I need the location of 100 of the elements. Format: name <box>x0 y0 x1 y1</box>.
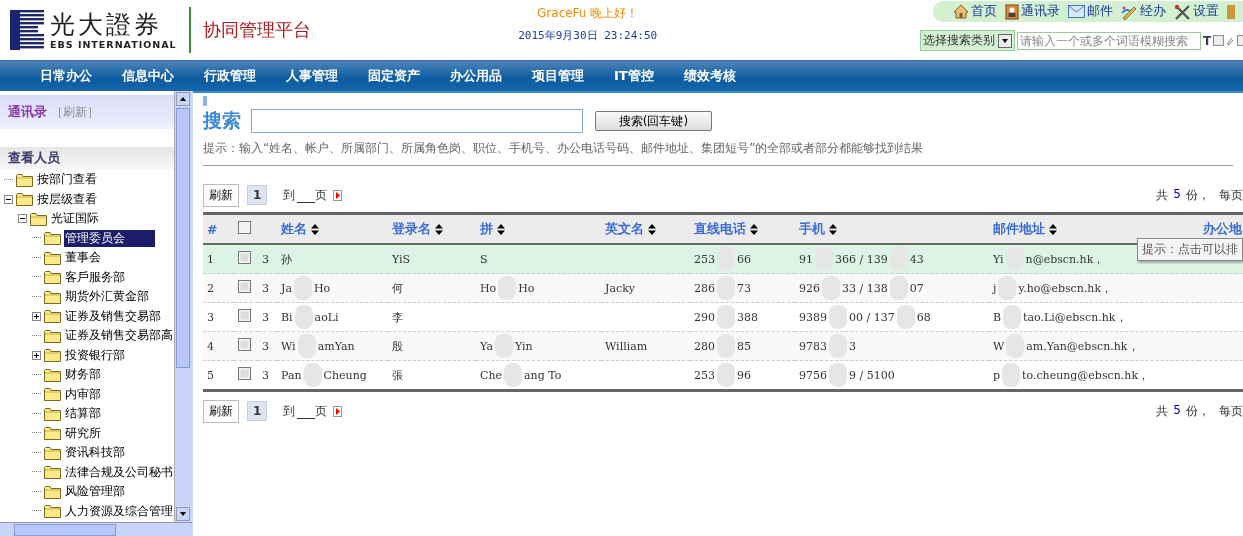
tree-item[interactable]: 光证国际 <box>50 210 100 228</box>
scroll-down-icon[interactable] <box>176 507 191 521</box>
search-category-select[interactable]: 选择搜索类别 <box>920 30 1015 51</box>
expand-icon[interactable] <box>32 311 41 321</box>
collapse-icon[interactable] <box>18 214 27 224</box>
scroll-up-icon[interactable] <box>176 92 191 106</box>
toolbar-link[interactable]: 设置 <box>1174 3 1219 20</box>
nav-item[interactable]: 行政管理 <box>204 67 256 85</box>
page-number[interactable]: 1 <box>247 185 268 205</box>
table-cell: 9783 <box>799 339 827 353</box>
folder-icon <box>44 231 61 246</box>
table-cell: S <box>480 252 488 266</box>
tree-item[interactable]: 法律合规及公司秘书 <box>64 463 174 481</box>
sort-icon[interactable] <box>311 223 319 235</box>
redaction-blur <box>1003 305 1022 329</box>
table-cell: p <box>993 368 1001 382</box>
section-title: 查看人员 <box>8 149 60 167</box>
scrollbar[interactable] <box>174 91 192 522</box>
checkbox[interactable] <box>238 338 251 351</box>
tooltip: 提示：点击可以排 <box>1137 238 1243 261</box>
table-cell: 43 <box>909 252 924 266</box>
expand-icon[interactable] <box>32 350 41 360</box>
toolbar-link[interactable]: 邮件 <box>1068 3 1113 20</box>
checkbox-icon[interactable] <box>1237 35 1243 46</box>
checkbox[interactable] <box>238 309 251 322</box>
nav-item[interactable]: 固定资产 <box>368 67 420 85</box>
toolbar-link[interactable]: 经办 <box>1121 3 1166 20</box>
search-field[interactable] <box>251 109 583 133</box>
text-tool-button[interactable]: T <box>1203 33 1212 48</box>
table-cell: 3 <box>207 310 214 324</box>
sort-icon[interactable] <box>435 223 443 235</box>
tree-item[interactable]: 财务部 <box>64 366 102 384</box>
table-row[interactable]: 5 3 Pan Cheung 張 Che ang To 253 96 9756 9 / 5100 p to.cheung@ebscn.hk， <box>203 360 1243 391</box>
nav-item[interactable]: 绩效考核 <box>683 67 736 85</box>
toolbar-link[interactable]: 首页 <box>953 3 997 20</box>
checkbox[interactable] <box>238 367 251 380</box>
column-header: # <box>207 221 218 237</box>
go-icon[interactable] <box>333 189 343 201</box>
table-cell: 286 <box>694 281 715 295</box>
date-time: 2015年9月30日 23:24:50 <box>518 28 658 43</box>
nav-item[interactable]: 信息中心 <box>122 67 174 85</box>
column-header[interactable]: 姓名 <box>281 220 307 238</box>
table-row[interactable]: 3 3 Bi aoLi 李 290 388 9389 00 / 137 68 B tao.Li@ebscn.hk， <box>203 302 1243 332</box>
checkbox[interactable] <box>238 280 251 293</box>
sort-icon[interactable] <box>1049 223 1057 235</box>
page-number[interactable]: 1 <box>247 401 268 421</box>
tree-item[interactable]: 风险管理部 <box>64 483 126 501</box>
goto-label: 到 <box>283 402 296 420</box>
tree-item[interactable]: 资讯科技部 <box>64 444 126 462</box>
folder-icon <box>16 192 33 207</box>
table-cell: 290 <box>694 310 715 324</box>
nav-item[interactable]: 人事管理 <box>286 67 338 85</box>
collapse-icon[interactable] <box>4 194 13 204</box>
nav-item[interactable]: 日常办公 <box>40 67 92 85</box>
refresh-button[interactable]: 刷新 <box>203 399 239 423</box>
tree-item[interactable]: 按层级查看 <box>36 190 98 208</box>
table-cell: Bi <box>281 310 293 324</box>
tree-item[interactable]: 客戶服务部 <box>64 268 126 286</box>
folder-icon <box>44 270 61 285</box>
scrollbar[interactable] <box>0 522 192 536</box>
toolbar-link[interactable]: 通讯录 <box>1005 3 1060 20</box>
checkbox[interactable] <box>238 251 251 264</box>
nav-item[interactable]: IT管控 <box>614 67 654 85</box>
sort-icon[interactable] <box>750 223 758 235</box>
table-cell: 9756 <box>799 368 827 382</box>
table-cell: Che <box>480 368 502 382</box>
nav-item[interactable]: 项目管理 <box>532 67 584 85</box>
sort-icon[interactable] <box>829 223 837 235</box>
table-cell: 2 <box>207 281 214 295</box>
table-cell: Jacky <box>605 281 635 295</box>
tree-item[interactable]: 董事会 <box>64 249 102 267</box>
nav-item[interactable]: 办公用品 <box>450 67 502 85</box>
table-cell: 388 <box>737 310 758 324</box>
tree-item[interactable]: 管理委员会 <box>64 229 155 247</box>
tree-item[interactable]: 期货外汇黄金部 <box>64 288 150 306</box>
tree-item[interactable]: 证券及销售交易部高 <box>64 327 174 345</box>
logo-subtitle: EBS INTERNATIONAL <box>50 38 177 50</box>
sort-icon[interactable] <box>648 223 656 235</box>
tree-item[interactable]: 人力资源及综合管理 <box>64 502 174 520</box>
folder-icon <box>30 211 47 226</box>
tree-item[interactable]: 结算部 <box>64 405 102 423</box>
checkbox[interactable] <box>238 221 251 234</box>
checkbox-icon[interactable] <box>1213 35 1225 46</box>
refresh-button[interactable]: 刷新 <box>203 183 239 207</box>
column-header[interactable]: 拼 <box>480 220 493 238</box>
tree-item[interactable]: 投资银行部 <box>64 346 126 364</box>
search-field[interactable]: 请输入一个或多个词语模糊搜索 <box>1017 31 1202 50</box>
tree-item[interactable]: 研究所 <box>64 424 102 442</box>
tree-item[interactable]: 证券及销售交易部 <box>64 307 162 325</box>
column-header[interactable]: 手机 <box>799 220 825 238</box>
table-cell: to.cheung@ebscn.hk， <box>1022 367 1150 383</box>
go-icon[interactable] <box>333 405 343 417</box>
table-row[interactable]: 2 3 Ja Ho 何 Ho Ho Jacky 286 73 926 33 / 138 07 j y.ho@ebscn.hk， <box>203 273 1243 303</box>
table-row[interactable]: 4 3 Wi amYan 殷 Ya Yin William 280 85 9783 3 W am.Yan@ebscn.hk， <box>203 331 1243 361</box>
sort-icon[interactable] <box>497 223 505 235</box>
tree-item[interactable]: 内审部 <box>64 385 102 403</box>
tree-item[interactable]: 按部门查看 <box>36 171 98 189</box>
column-header[interactable]: 邮件地址 <box>993 220 1045 238</box>
table-cell: 253 <box>694 368 715 382</box>
search-button[interactable]: 搜索(回车键) <box>595 111 712 131</box>
